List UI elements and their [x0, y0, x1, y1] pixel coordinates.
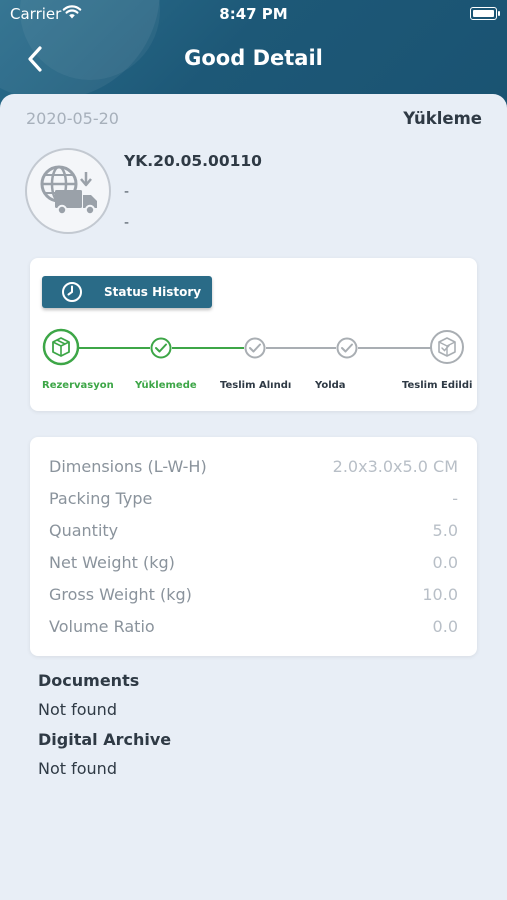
detail-row-net-weight: Net Weight (kg) 0.0	[49, 553, 458, 577]
step-label-yolda: Yolda	[315, 380, 346, 391]
detail-row-gross-weight: Gross Weight (kg) 10.0	[49, 585, 458, 609]
detail-value: 10.0	[422, 585, 458, 604]
good-code: YK.20.05.00110	[124, 152, 262, 170]
status-history-label: Status History	[104, 285, 202, 299]
step-connector	[358, 347, 431, 349]
detail-value: 5.0	[432, 521, 458, 540]
detail-label: Gross Weight (kg)	[49, 585, 192, 604]
documents-title: Documents	[38, 671, 140, 690]
detail-value: 0.0	[432, 617, 458, 636]
step-connector	[172, 347, 244, 349]
good-status-type: Yükleme	[403, 109, 482, 128]
detail-row-dimensions: Dimensions (L-W-H) 2.0x3.0x5.0 CM	[49, 457, 458, 481]
status-history-card: Status History Rezervasyon Yüklemede Tes…	[30, 258, 477, 411]
detail-row-volume-ratio: Volume Ratio 0.0	[49, 617, 458, 641]
detail-label: Dimensions (L-W-H)	[49, 457, 207, 476]
detail-row-packing-type: Packing Type -	[49, 489, 458, 513]
status-bar: Carrier 8:47 PM	[0, 0, 507, 28]
digital-archive-title: Digital Archive	[38, 730, 172, 749]
good-info-line: -	[124, 184, 130, 200]
page-title: Good Detail	[184, 46, 323, 70]
battery-icon	[470, 7, 500, 20]
detail-row-quantity: Quantity 5.0	[49, 521, 458, 545]
step-connector	[266, 347, 336, 349]
check-icon	[244, 337, 266, 359]
step-label-yuklemede: Yüklemede	[135, 380, 197, 391]
content-panel: 2020-05-20 Yükleme YK.20.05.00110 - - St…	[0, 94, 507, 900]
status-stepper: Rezervasyon Yüklemede Teslim Alındı Yold…	[30, 328, 477, 398]
detail-label: Volume Ratio	[49, 617, 155, 636]
detail-label: Quantity	[49, 521, 119, 540]
step-label-rezervasyon: Rezervasyon	[42, 380, 114, 391]
step-label-teslim-alindi: Teslim Alındı	[220, 380, 292, 391]
clock-time: 8:47 PM	[219, 5, 288, 23]
detail-label: Net Weight (kg)	[49, 553, 175, 572]
delivered-package-icon	[430, 330, 464, 364]
shipping-globe-truck-icon	[40, 165, 97, 216]
status-history-button[interactable]: Status History	[42, 276, 212, 308]
detail-value: 0.0	[432, 553, 458, 572]
detail-label: Packing Type	[49, 489, 153, 508]
good-date: 2020-05-20	[26, 109, 119, 128]
documents-value: Not found	[38, 700, 117, 719]
good-details-card: Dimensions (L-W-H) 2.0x3.0x5.0 CM Packin…	[30, 437, 477, 656]
step-label-teslim-edildi: Teslim Edildi	[402, 380, 473, 391]
clock-icon	[62, 282, 82, 302]
detail-value: 2.0x3.0x5.0 CM	[332, 457, 458, 476]
digital-archive-value: Not found	[38, 759, 117, 778]
step-connector	[78, 347, 150, 349]
good-avatar	[25, 148, 111, 234]
good-info-line: -	[124, 215, 130, 231]
package-icon	[42, 328, 80, 366]
check-icon	[150, 337, 172, 359]
check-icon	[336, 337, 358, 359]
detail-value: -	[452, 489, 458, 508]
